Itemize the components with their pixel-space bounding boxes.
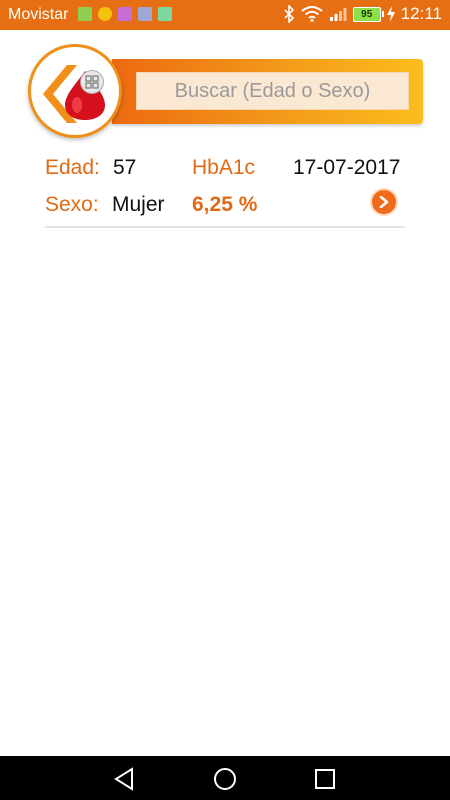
sex-label: Sexo: — [45, 193, 99, 216]
record-date: 17-07-2017 — [293, 156, 401, 179]
navigation-bar — [0, 756, 450, 800]
status-bar: Movistar 95 12:11 — [0, 0, 450, 30]
hba1c-label: HbA1c — [192, 156, 256, 179]
charging-icon — [386, 6, 395, 22]
recents-nav-icon[interactable] — [312, 766, 338, 792]
record-detail-button[interactable] — [370, 188, 398, 216]
gallery-notification-icon — [78, 7, 92, 21]
home-nav-icon[interactable] — [212, 766, 238, 792]
hba1c-value: 6,25 % — [192, 193, 258, 216]
sex-value: Mujer — [112, 193, 165, 216]
status-indicators: 95 12:11 — [283, 4, 442, 24]
battery-icon: 95 — [352, 6, 384, 22]
carrier-name: Movistar — [8, 6, 69, 23]
image-notification-icon — [118, 7, 132, 21]
grid-badge-icon — [80, 70, 104, 94]
clock: 12:11 — [400, 4, 442, 23]
wifi-icon — [301, 6, 323, 22]
back-nav-icon[interactable] — [112, 766, 138, 792]
list-divider — [45, 226, 405, 228]
battery-level: 95 — [361, 8, 373, 20]
age-value: 57 — [113, 156, 137, 179]
chrome-notification-icon — [98, 7, 112, 21]
app-logo[interactable] — [28, 44, 122, 138]
wifi-app-notification-icon — [138, 7, 152, 21]
age-label: Edad: — [45, 156, 100, 179]
bluetooth-icon — [284, 5, 294, 23]
chevron-right-icon — [379, 196, 389, 208]
search-input[interactable] — [136, 72, 409, 110]
signal-icon — [329, 8, 347, 21]
play-store-notification-icon — [158, 7, 172, 21]
notification-icons — [78, 7, 172, 21]
